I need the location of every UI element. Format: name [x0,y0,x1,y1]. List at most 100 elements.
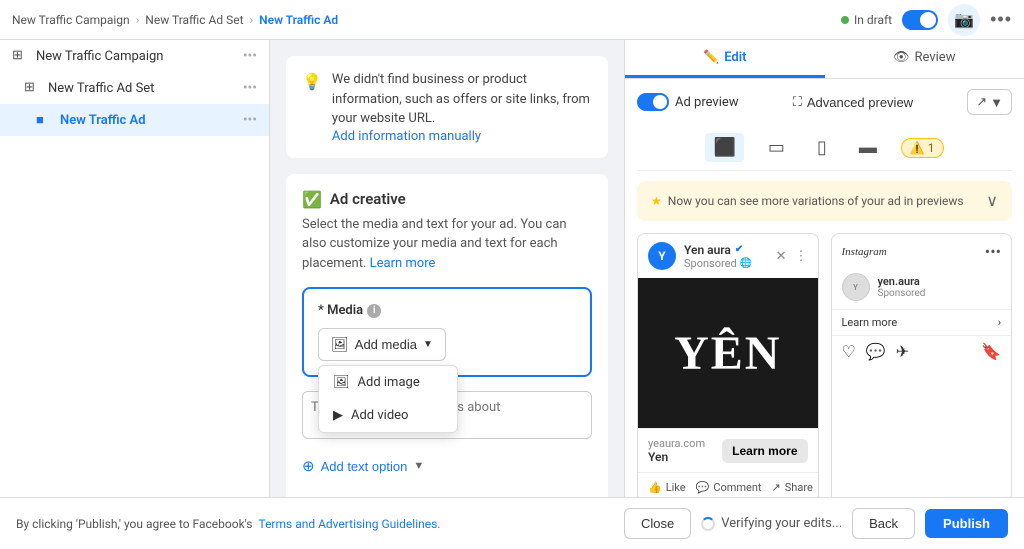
ig-share-icon[interactable]: ✈ [896,342,909,361]
add-text-option-button[interactable]: ⊕ Add text option ▼ [302,457,424,475]
bottom-left: By clicking 'Publish,' you agree to Face… [16,517,440,531]
sidebar-more-campaign[interactable]: ••• [243,48,257,64]
advanced-preview-icon: ⛶ [793,94,802,110]
plus-circle-text-icon: ⊕ [302,457,315,475]
preview-toggle-wrap [902,10,938,30]
yen-logo: YÊN [674,326,781,381]
top-nav: New Traffic Campaign › New Traffic Ad Se… [0,0,1024,40]
breadcrumb-sep-1: › [136,13,140,27]
add-media-icon: 🖼 [331,336,349,353]
sidebar-item-campaign[interactable]: ⊞ New Traffic Campaign ••• [0,40,269,72]
right-panel: ✏️ Edit 👁 Review Ad preview ⛶ Advanced p… [624,40,1024,497]
right-tabs: ✏️ Edit 👁 Review [625,40,1024,79]
device-icons-row: ⬛ ▭ ▯ ▬ ⚠️ 1 [637,125,1012,171]
preview-info-bar: ★ Now you can see more variations of you… [637,181,1012,221]
fb-card-actions[interactable]: ✕ ⋮ [776,249,808,264]
fb-card-name: Yen aura ✔ [684,243,768,257]
breadcrumb-campaign[interactable]: New Traffic Campaign [12,13,130,27]
fb-card-header: Y Yen aura ✔ Sponsored 🌐 [638,234,818,278]
ad-creative-section: ✅ Ad creative Select the media and text … [286,174,608,498]
sidebar-more-adset[interactable]: ••• [243,80,257,96]
preview-info-text: ★ Now you can see more variations of you… [651,194,964,208]
ig-comment-icon[interactable]: 💬 [866,342,886,361]
fb-card-bottom: 👍 Like 💬 Comment ↗ Share [638,472,818,497]
instagram-ad-card: Instagram ••• Y yen.aura Sponsored Lea [831,233,1013,497]
more-options-button[interactable]: ••• [990,9,1012,30]
breadcrumb: New Traffic Campaign › New Traffic Ad Se… [12,13,338,27]
ig-avatar-text: Y [853,283,858,292]
bottom-right: Close Verifying your edits... Back Publi… [624,508,1008,539]
spinner-icon [701,517,715,531]
add-media-button[interactable]: 🖼 Add media ▼ [318,328,446,361]
device-tablet-icon[interactable]: ▯ [809,133,835,162]
ad-preview-toggle-switch[interactable] [637,93,669,111]
edit-icon: ✏️ [703,50,719,65]
fb-learn-more-button[interactable]: Learn more [722,439,807,463]
ig-chevron-right-icon: › [998,316,1001,329]
device-mobile-horizontal-icon[interactable]: ▬ [851,133,885,162]
add-image-option[interactable]: 🖼 Add image [319,366,457,399]
info-box-text: We didn't find business or product infor… [332,70,592,129]
ig-learn-more-row[interactable]: Learn more › [832,309,1012,335]
ig-card-header: Instagram ••• [832,234,1012,269]
sidebar-item-adset-label: New Traffic Ad Set [48,81,243,96]
close-button[interactable]: Close [624,508,691,539]
fb-like-button[interactable]: 👍 Like [648,481,686,494]
camera-button[interactable]: 📷 [948,4,980,36]
sidebar-more-ad[interactable]: ••• [243,112,257,128]
verifying-status: Verifying your edits... [701,516,842,531]
back-button[interactable]: Back [852,508,915,539]
fb-card-image: YÊN [638,278,818,428]
video-icon: ▶ [333,408,343,423]
fb-close-icon[interactable]: ✕ [776,249,787,264]
ad-preview-label: Ad preview [675,95,739,110]
section-header: ✅ Ad creative [302,190,592,209]
device-mobile-vertical-icon[interactable]: ⬛ [705,133,743,162]
fb-card-footer: yeaura.com Yen Learn more [638,428,818,472]
device-desktop-icon[interactable]: ▭ [760,133,793,162]
sidebar-item-ad[interactable]: ■ New Traffic Ad ••• [0,104,269,136]
publish-button[interactable]: Publish [925,509,1008,538]
breadcrumb-adset[interactable]: New Traffic Ad Set [145,13,243,27]
adset-icon: ⊞ [24,80,40,96]
warning-badge[interactable]: ⚠️ 1 [901,138,944,158]
fb-comment-button[interactable]: 💬 Comment [696,481,762,494]
info-bulb-icon: 💡 [302,72,322,144]
center-content: 💡 We didn't find business or product inf… [270,40,624,497]
fb-more-icon[interactable]: ⋮ [795,249,808,264]
section-desc: Select the media and text for your ad. Y… [302,215,592,274]
add-video-option[interactable]: ▶ Add video [319,399,457,432]
ig-more-icon[interactable]: ••• [985,242,1001,261]
advanced-preview-button[interactable]: ⛶ Advanced preview [793,94,913,110]
center-inner: 💡 We didn't find business or product inf… [270,40,624,497]
tab-edit[interactable]: ✏️ Edit [625,40,825,78]
media-info-icon[interactable]: i [367,304,381,318]
review-icon: 👁 [893,50,910,65]
learn-more-link[interactable]: Learn more [370,256,436,271]
ig-bookmark-icon[interactable]: 🔖 [981,342,1001,361]
breadcrumb-ad[interactable]: New Traffic Ad [259,13,338,27]
sidebar-item-ad-label: New Traffic Ad [60,113,243,128]
ig-heart-icon[interactable]: ♡ [842,342,856,361]
terms-link[interactable]: Terms and Advertising Guidelines. [258,517,440,531]
ad-icon: ■ [36,112,52,128]
tab-review[interactable]: 👁 Review [825,40,1024,78]
ig-account-info: yen.aura Sponsored [878,275,926,299]
collapse-info-button[interactable]: ∨ [986,191,998,211]
campaign-icon: ⊞ [12,48,28,64]
draft-dot [841,16,849,24]
add-info-link[interactable]: Add information manually [332,129,481,144]
section-title: Ad creative [330,190,406,208]
fb-card-info: Yen aura ✔ Sponsored 🌐 [684,243,768,270]
sidebar-item-adset[interactable]: ⊞ New Traffic Ad Set ••• [0,72,269,104]
fb-share-button[interactable]: ↗ Share [772,481,813,494]
ig-actions-row: ♡ 💬 ✈ 🔖 [832,335,1012,367]
check-circle-icon: ✅ [302,190,322,209]
add-media-wrap: 🖼 Add media ▼ 🖼 Add image ▶ [318,328,446,361]
share-button[interactable]: ↗ ▼ [967,89,1012,115]
ig-avatar: Y [842,273,870,301]
bottom-bar: By clicking 'Publish,' you agree to Face… [0,497,1024,549]
main-toggle[interactable] [902,10,938,30]
preview-panel: Ad preview ⛶ Advanced preview ↗ ▼ ⬛ ▭ ▯ … [625,79,1024,497]
fb-avatar-text: Y [658,249,665,263]
